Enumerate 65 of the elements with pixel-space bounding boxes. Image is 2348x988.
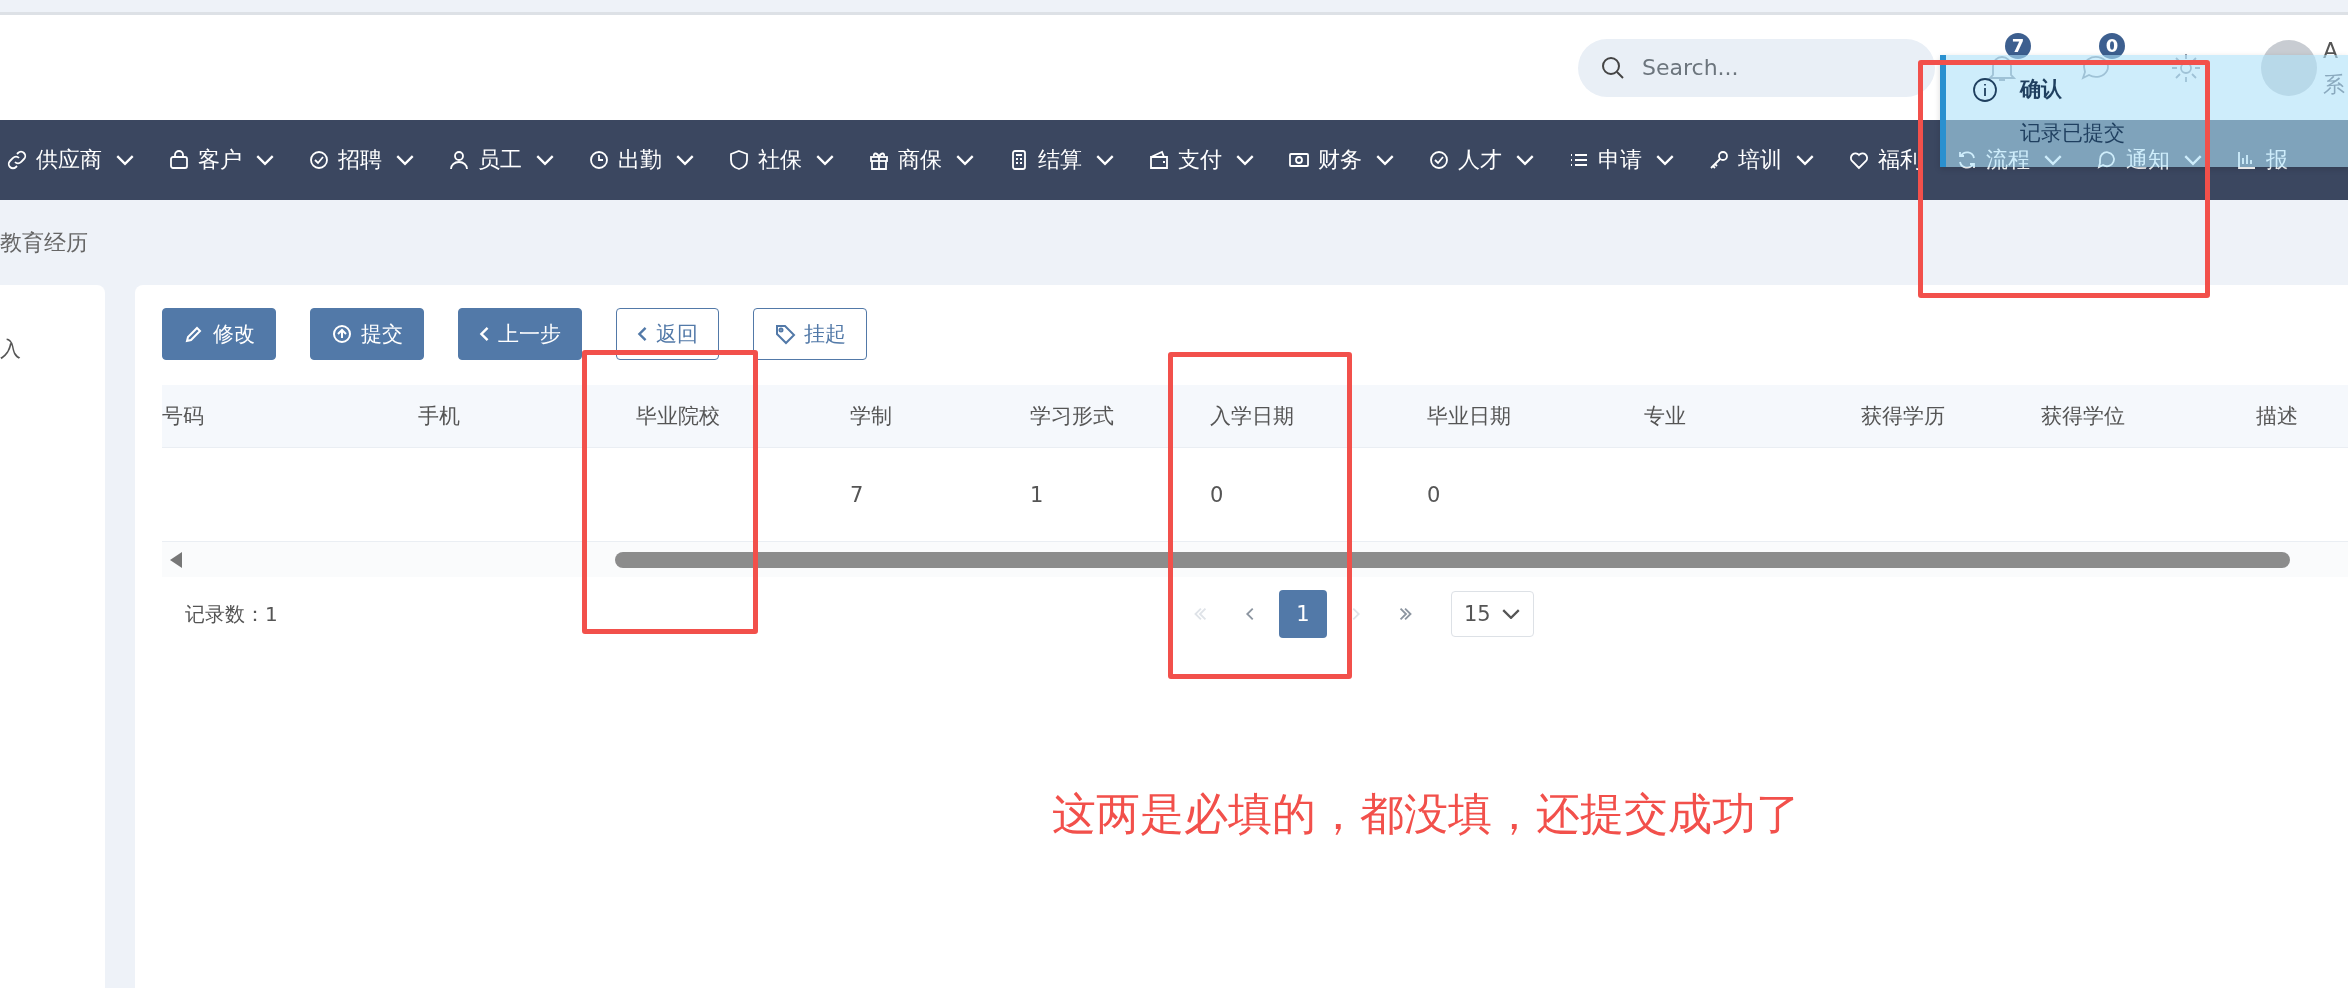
column-header[interactable]: 毕业院校 [636, 402, 850, 430]
nav-menu-item[interactable]: 客户 [168, 145, 274, 175]
nav-menu-item[interactable]: 结算 [1008, 145, 1114, 175]
chevron-down-icon [1500, 609, 1521, 619]
column-header[interactable]: 入学日期 [1210, 402, 1427, 430]
page-button[interactable]: 1 [1279, 590, 1327, 638]
user-name: A [2323, 36, 2340, 65]
search-field[interactable]: Search... [1578, 38, 1935, 97]
table-cell-text: 0 [1427, 482, 1442, 507]
button-icon [774, 323, 796, 345]
nav-item-icon [308, 149, 330, 171]
toolbar-button[interactable]: 提交 [310, 308, 424, 360]
button-icon [331, 323, 353, 345]
scroll-left-icon[interactable] [170, 551, 184, 568]
nav-item-icon [1956, 149, 1978, 171]
nav-item-icon [1148, 149, 1170, 171]
nav-item-icon [728, 149, 750, 171]
page-size-select[interactable]: 15 [1451, 591, 1534, 637]
nav-item-icon [588, 149, 610, 171]
column-header[interactable]: 毕业日期 [1427, 402, 1644, 430]
breadcrumb[interactable]: 教育经历 [0, 227, 88, 258]
column-header[interactable]: 获得学历 [1861, 402, 2041, 430]
nav-menu-item[interactable]: 员工 [448, 145, 554, 175]
search-icon [1600, 54, 1626, 81]
nav-menu-item[interactable]: 招聘 [308, 145, 414, 175]
nav-menu-item[interactable]: 支付 [1148, 145, 1254, 175]
nav-menu-item[interactable]: 申请 [1568, 145, 1674, 175]
message-badge: 0 [2099, 32, 2125, 59]
column-header[interactable]: 获得学位 [2041, 402, 2256, 430]
nav-menu-item[interactable]: 人才 [1428, 145, 1534, 175]
nav-menu-item[interactable]: 供应商 [6, 145, 134, 175]
user-role: 系 [2323, 70, 2345, 99]
notification-badge: 7 [2005, 32, 2031, 59]
toolbar-button[interactable]: 挂起 [753, 308, 867, 360]
nav-item-icon [1848, 149, 1870, 171]
nav-menu-item[interactable]: 社保 [728, 145, 834, 175]
nav-item-icon [1708, 149, 1730, 171]
toast-title: 确认 [2020, 76, 2062, 103]
column-header[interactable]: 学制 [850, 402, 1030, 430]
nav-menu-item[interactable]: 财务 [1288, 145, 1394, 175]
column-header[interactable]: 手机 [418, 402, 636, 430]
table-cell-text: 1 [1030, 482, 1045, 507]
column-header[interactable]: 学习形式 [1030, 402, 1210, 430]
annotation-text: 这两是必填的，都没填，还提交成功了 [1052, 787, 1800, 841]
toast-message: 记录已提交 [2020, 120, 2125, 147]
nav-item-icon [6, 149, 28, 171]
info-icon [1972, 77, 1998, 103]
nav-item-icon [2236, 149, 2258, 171]
nav-item-icon [2096, 149, 2118, 171]
column-header[interactable]: 专业 [1644, 402, 1861, 430]
column-header[interactable]: 号码 [162, 402, 418, 430]
column-header[interactable]: 描述 [2256, 402, 2348, 430]
nav-menu-item[interactable]: 培训 [1708, 145, 1814, 175]
toolbar-button[interactable]: 修改 [162, 308, 276, 360]
nav-menu-item[interactable]: 出勤 [588, 145, 694, 175]
nav-menu-item[interactable]: 商保 [868, 145, 974, 175]
record-count: 记录数：1 [185, 600, 279, 628]
nav-item-icon [1428, 149, 1450, 171]
nav-item-icon [448, 149, 470, 171]
nav-item-icon [168, 149, 190, 171]
side-panel-item[interactable]: 入 [0, 335, 105, 363]
toolbar-button[interactable]: 上一步 [458, 308, 582, 360]
table-cell-text: 0 [1210, 482, 1225, 507]
scrollbar-thumb[interactable] [615, 551, 2290, 568]
table-cell-text: 7 [850, 482, 865, 507]
